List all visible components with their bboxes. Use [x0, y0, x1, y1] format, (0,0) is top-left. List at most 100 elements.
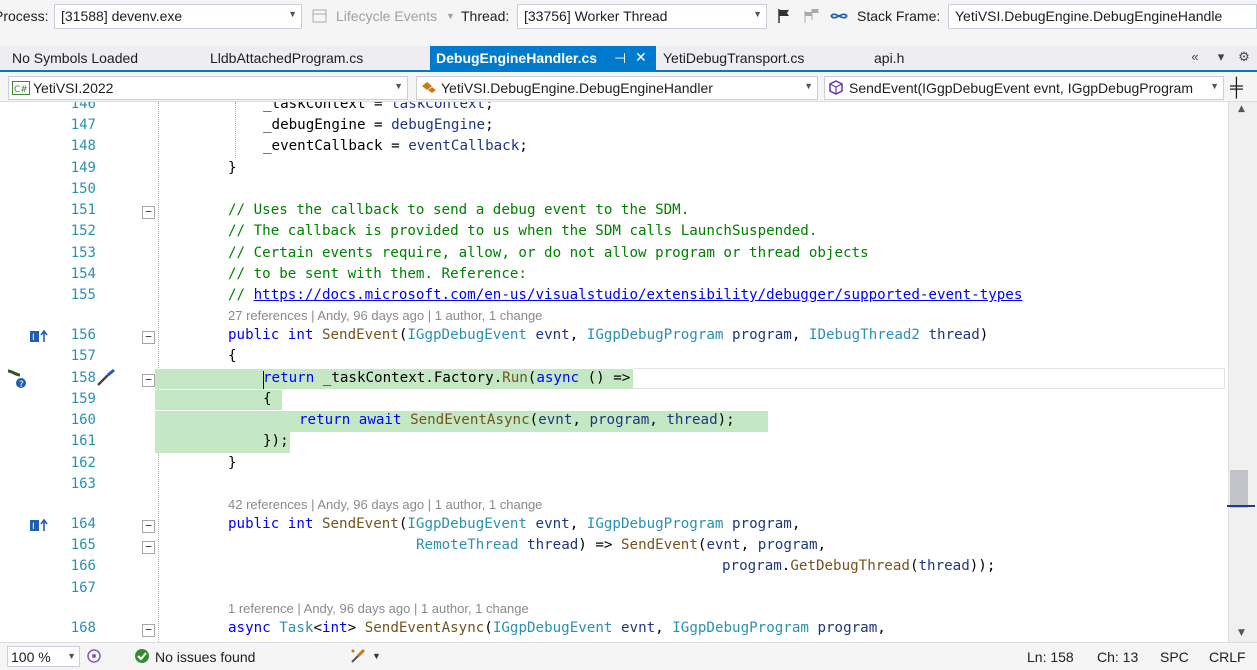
tab-label: YetiDebugTransport.cs [663, 50, 805, 66]
stack-frame-label: Stack Frame: [857, 8, 941, 24]
process-dropdown[interactable]: [31588] devenv.exe ▼ [54, 4, 302, 29]
code-line-162[interactable]: } [228, 455, 237, 471]
settings-gear-icon[interactable]: ⚙ [1234, 49, 1254, 69]
line-number: 160 [70, 412, 96, 428]
code-line-152[interactable]: // The callback is provided to us when t… [228, 223, 817, 239]
stack-frame-value: YetiVSI.DebugEngine.DebugEngineHandle [955, 8, 1223, 24]
code-line-158[interactable]: return _taskContext.Factory.Run(async ()… [263, 370, 630, 386]
code-line-154[interactable]: // to be sent with them. Reference: [228, 266, 527, 282]
code-line-155[interactable]: // https://docs.microsoft.com/en-us/visu… [228, 287, 1022, 303]
code-lens-info[interactable]: 27 references | Andy, 96 days ago | 1 au… [228, 308, 542, 323]
class-dropdown[interactable]: YetiVSI.DebugEngine.DebugEngineHandler ▼ [416, 76, 818, 100]
line-number: 155 [70, 287, 96, 303]
code-line-159[interactable]: { [263, 391, 272, 407]
scroll-down-icon[interactable]: ▼ [1238, 628, 1245, 638]
tab-no-symbols-loaded[interactable]: No Symbols Loaded [0, 46, 150, 72]
line-number: 165 [70, 537, 96, 553]
scroll-up-icon[interactable]: ▲ [1238, 104, 1245, 114]
collapse-region-icon[interactable]: − [142, 541, 155, 554]
collapse-region-icon[interactable]: − [142, 206, 155, 219]
reference-link[interactable]: https://docs.microsoft.com/en-us/visuals… [254, 287, 1023, 303]
thread-dropdown[interactable]: [33756] Worker Thread ▼ [517, 4, 767, 29]
line-number: 149 [70, 160, 96, 176]
flag-threads-icon[interactable] [802, 8, 820, 27]
chevron-down-icon: ▼ [1210, 81, 1219, 91]
issues-status-text[interactable]: No issues found [155, 649, 255, 665]
zoom-dropdown[interactable]: 100 % ▼ [7, 646, 80, 667]
caret-position-marker [1227, 505, 1255, 507]
tab-debug-engine-handler[interactable]: DebugEngineHandler.cs ⊣ ✕ [430, 46, 656, 72]
collapse-region-icon[interactable]: − [142, 331, 155, 344]
chevron-down-icon: ▼ [753, 9, 762, 19]
column-indicator[interactable]: Ch: 13 [1097, 649, 1138, 665]
chevron-down-icon: ▼ [804, 81, 813, 91]
code-line-148[interactable]: _eventCallback = eventCallback; [263, 138, 528, 154]
line-indicator[interactable]: Ln: 158 [1027, 649, 1074, 665]
line-ending-indicator[interactable]: CRLF [1209, 649, 1246, 665]
line-number: 148 [70, 138, 96, 154]
line-number: 150 [70, 181, 96, 197]
code-line-153[interactable]: // Certain events require, allow, or do … [228, 245, 869, 261]
code-line-168[interactable]: async Task<int> SendEventAsync(IGgpDebug… [228, 620, 886, 636]
tab-lldb-attached-program[interactable]: LldbAttachedProgram.cs [198, 46, 375, 72]
code-editor[interactable]: 146 147 148 149 150 151 152 153 154 155 … [0, 102, 1228, 642]
code-line-156[interactable]: public int SendEvent(IGgpDebugEvent evnt… [228, 327, 988, 343]
code-line-166[interactable]: program.GetDebugThread(thread)); [722, 558, 995, 574]
close-icon[interactable]: ✕ [635, 49, 647, 66]
code-line-146[interactable]: _taskContext = taskContext; [263, 102, 494, 112]
collapse-region-icon[interactable]: − [142, 624, 155, 637]
code-line-164[interactable]: public int SendEvent(IGgpDebugEvent evnt… [228, 516, 800, 532]
code-line-147[interactable]: _debugEngine = debugEngine; [263, 117, 494, 133]
thread-label: Thread: [461, 8, 510, 24]
code-cleanup-brush-icon[interactable] [349, 647, 369, 668]
project-name: YetiVSI.2022 [33, 80, 114, 96]
csharp-project-icon: C# [12, 81, 30, 98]
scrollbar-thumb[interactable] [1230, 470, 1248, 508]
tab-api-h[interactable]: api.h [862, 46, 916, 72]
code-line-151[interactable]: // Uses the callback to send a debug eve… [228, 202, 689, 218]
project-dropdown[interactable]: C# YetiVSI.2022 ▼ [8, 76, 408, 100]
svg-text:?: ? [19, 380, 24, 389]
lifecycle-events-label[interactable]: Lifecycle Events [336, 8, 437, 24]
implementation-icon[interactable]: I [29, 517, 51, 536]
tab-yeti-debug-transport[interactable]: YetiDebugTransport.cs [651, 46, 816, 72]
line-number: 166 [70, 558, 96, 574]
line-number: 158 [70, 370, 96, 386]
editor-status-bar: 100 % ▼ No issues found ▼ Ln: 158 Ch: 13… [0, 642, 1257, 670]
code-line-157[interactable]: { [228, 348, 237, 364]
collapse-region-icon[interactable]: − [142, 520, 155, 533]
split-editor-icon[interactable]: ╪ [1230, 77, 1243, 98]
tab-list-dropdown-icon[interactable]: ▾ [1211, 49, 1231, 69]
code-lens-info[interactable]: 42 references | Andy, 96 days ago | 1 au… [228, 497, 542, 512]
show-threads-in-source-icon[interactable] [829, 8, 849, 27]
code-lens-info[interactable]: 1 reference | Andy, 96 days ago | 1 auth… [228, 601, 529, 616]
stack-frame-dropdown[interactable]: YetiVSI.DebugEngine.DebugEngineHandle [948, 4, 1257, 29]
whitespace-indicator[interactable]: SPC [1160, 649, 1189, 665]
line-number: 163 [70, 476, 96, 492]
member-dropdown[interactable]: SendEvent(IGgpDebugEvent evnt, IGgpDebug… [824, 76, 1224, 100]
flag-icon[interactable] [776, 8, 792, 27]
process-value: [31588] devenv.exe [61, 8, 183, 24]
line-number: 147 [70, 117, 96, 133]
class-icon [420, 80, 438, 99]
code-line-165[interactable]: RemoteThread thread) => SendEvent(evnt, … [416, 537, 826, 553]
collapse-region-icon[interactable]: − [142, 374, 155, 387]
current-line-border [633, 368, 1225, 389]
intellicode-icon[interactable] [86, 648, 102, 667]
scroll-tabs-left-icon[interactable]: « [1185, 49, 1205, 69]
implementation-icon[interactable]: I [29, 328, 51, 347]
tab-label: No Symbols Loaded [12, 50, 139, 66]
tab-label: api.h [874, 50, 905, 66]
no-issues-check-icon[interactable] [134, 648, 150, 667]
svg-text:I: I [32, 333, 35, 343]
code-line-160[interactable]: return await SendEventAsync(evnt, progra… [299, 412, 735, 428]
pin-icon[interactable]: ⊣ [614, 50, 626, 67]
code-line-149[interactable]: } [228, 160, 237, 176]
debug-thread-marker-icon[interactable]: ? [6, 367, 28, 393]
line-number: 167 [70, 580, 96, 596]
quick-actions-screwdriver-icon[interactable] [96, 368, 116, 391]
chevron-down-icon[interactable]: ▼ [372, 651, 381, 661]
vertical-scrollbar[interactable]: ▲ ▼ [1227, 102, 1257, 642]
code-line-161[interactable]: }); [263, 433, 289, 449]
line-number: 152 [70, 223, 96, 239]
